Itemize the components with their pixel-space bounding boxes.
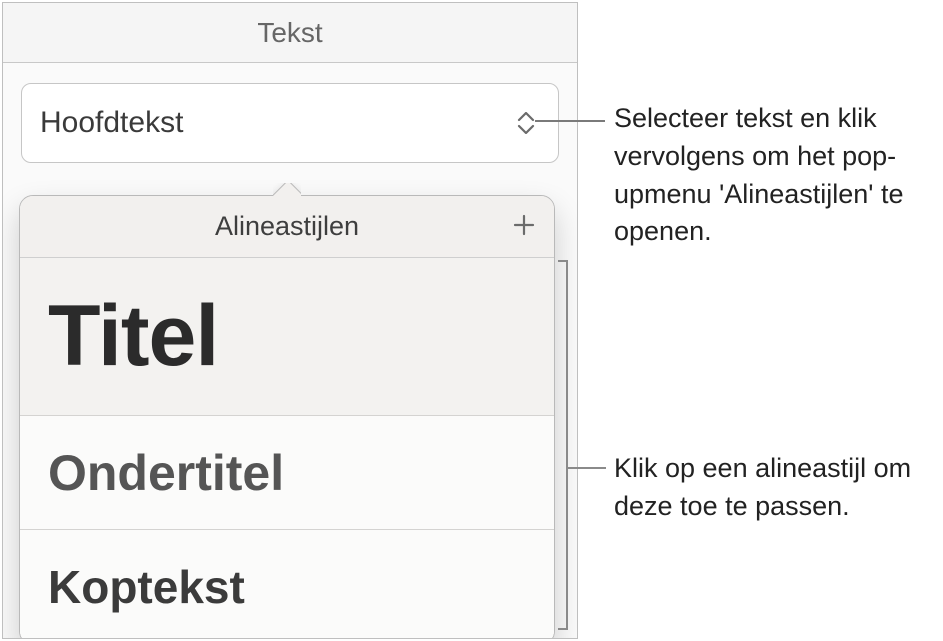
style-item-titel[interactable]: Titel [20,258,554,416]
paragraph-styles-popover: Alineastijlen Titel Ondertitel [19,195,555,639]
popover-title: Alineastijlen [20,211,494,242]
paragraph-style-list: Titel Ondertitel Koptekst [20,258,554,639]
plus-icon [512,207,536,246]
callout-list-hint: Klik op een alineastijl om deze toe te p… [614,450,943,526]
callout-bracket-connector [566,467,606,469]
screenshot-root: Tekst Hoofdtekst Alineastijlen [0,0,943,641]
style-item-label: Titel [48,287,218,386]
style-item-koptekst[interactable]: Koptekst [20,530,554,639]
callout-bracket-line [566,260,568,630]
callout-bracket-bottom [558,628,566,630]
callout-dropdown-hint: Selecteer tekst en klik vervolgens om he… [614,100,943,251]
style-item-ondertitel[interactable]: Ondertitel [20,416,554,530]
add-style-button[interactable] [494,196,554,258]
popover-arrow [273,183,301,197]
panel-tab-tekst[interactable]: Tekst [3,3,577,63]
callout-bracket-top [558,260,566,262]
paragraph-style-dropdown-label: Hoofdtekst [40,106,512,140]
popover-header: Alineastijlen [20,196,554,258]
style-item-label: Koptekst [48,560,245,614]
paragraph-style-dropdown[interactable]: Hoofdtekst [21,83,559,163]
callout-leader-line [535,120,605,122]
style-item-label: Ondertitel [48,444,284,502]
chevron-up-down-icon [512,106,540,140]
format-sidebar: Tekst Hoofdtekst Alineastijlen [2,2,578,639]
